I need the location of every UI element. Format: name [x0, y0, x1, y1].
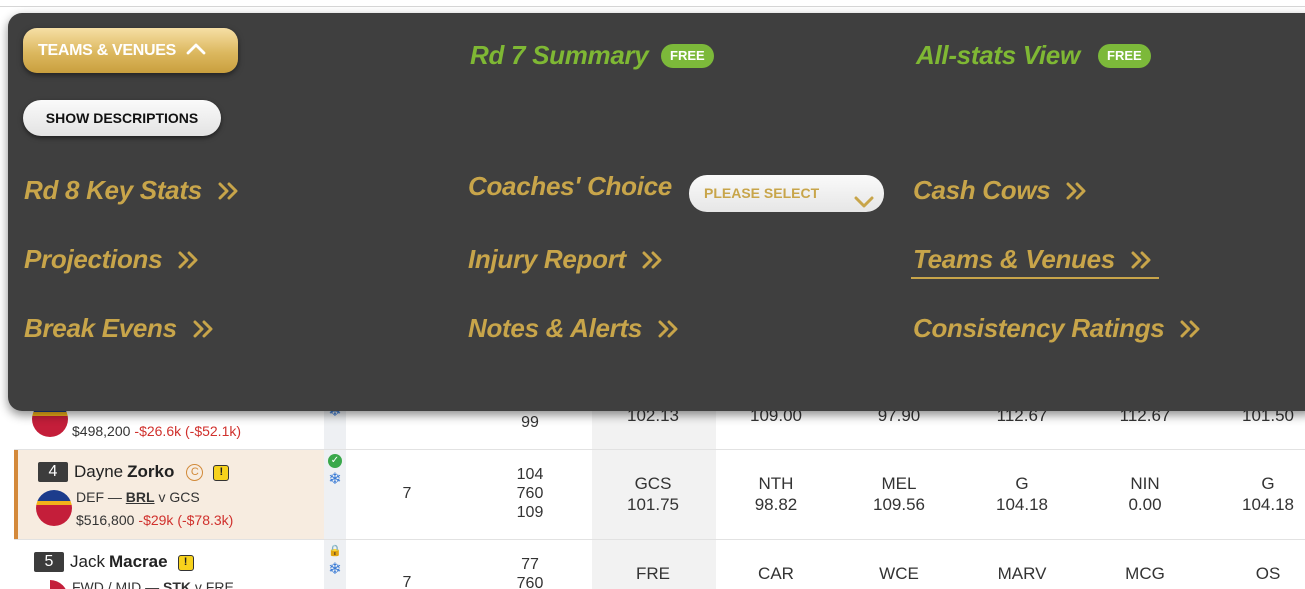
opp-team: MARV: [997, 564, 1047, 583]
stat-value: 760: [516, 575, 544, 589]
stat-stack: 104 760 109: [500, 465, 560, 522]
col-a-value: 7: [402, 485, 412, 502]
stat-value: 109: [516, 504, 544, 521]
chevron-up-icon: [186, 28, 206, 73]
check-icon: ✓: [328, 454, 342, 468]
stat-value: 760: [516, 485, 544, 502]
warning-icon[interactable]: !: [177, 555, 194, 571]
stat-value: 99: [521, 414, 539, 431]
opp-cell: GCS 101.75: [627, 474, 679, 514]
double-chevron-right-icon: [1180, 314, 1202, 345]
all-stats-view-link[interactable]: All-stats View: [916, 40, 1080, 71]
opp-cell: G 104.18: [1242, 474, 1294, 514]
price-change: -$29k (-$78.3k): [138, 512, 234, 528]
top-divider: [0, 6, 1305, 7]
stat-value: 77: [521, 556, 539, 573]
team-link[interactable]: STK: [163, 579, 191, 589]
col-a-value: 7: [402, 574, 412, 589]
double-chevron-right-icon: [1066, 176, 1088, 207]
double-chevron-right-icon: [218, 176, 240, 207]
opp-cell: MEL 109.56: [873, 474, 925, 514]
stage: $498,200 -$26.6k (-$52.1k) ❄ 99 102.13 10…: [0, 0, 1305, 589]
price: $498,200 -$26.6k (-$52.1k): [72, 423, 242, 439]
break-evens-link[interactable]: Break Evens: [24, 313, 215, 345]
player-name[interactable]: Dayne Zorko C!: [74, 462, 230, 482]
opp-cell: NTH 98.82: [754, 474, 798, 514]
price: $516,800 -$29k (-$78.3k): [76, 512, 234, 528]
injury-report-link[interactable]: Injury Report: [468, 244, 664, 276]
opp-cell: NIN 0.00: [1128, 474, 1162, 514]
price-change: -$26.6k (-$52.1k): [134, 423, 242, 439]
position-team: FWD / MID — STK v FRE: [72, 579, 234, 589]
table-row[interactable]: 4 Dayne Zorko C! DEF — BRL v GCS $516,800-…: [14, 449, 1305, 539]
opp-team: OS: [1255, 564, 1281, 583]
stat-value: 104: [516, 466, 544, 483]
stats-menu-panel: TEAMS & VENUES SHOW DESCRIPTIONS Rd 7 Su…: [8, 13, 1305, 411]
teams-venues-toggle-button[interactable]: TEAMS & VENUES: [23, 28, 238, 73]
double-chevron-right-icon: [642, 245, 664, 276]
projections-link[interactable]: Projections: [24, 244, 200, 276]
rd7-summary-link[interactable]: Rd 7 Summary: [470, 40, 649, 71]
double-chevron-right-icon: [1131, 245, 1153, 276]
free-badge: FREE: [661, 44, 714, 68]
double-chevron-right-icon: [658, 314, 680, 345]
double-chevron-right-icon: [178, 245, 200, 276]
teams-venues-link[interactable]: Teams & Venues: [911, 244, 1159, 279]
lock-icon: 🔒: [328, 545, 342, 557]
opp-team: WCE: [879, 564, 919, 583]
chevron-down-icon: [854, 186, 874, 223]
free-badge: FREE: [1098, 44, 1151, 68]
consistency-ratings-link[interactable]: Consistency Ratings: [913, 313, 1202, 345]
rank-badge: 5: [34, 552, 64, 572]
opp-cell: G 104.18: [996, 474, 1048, 514]
show-descriptions-button[interactable]: SHOW DESCRIPTIONS: [23, 100, 221, 136]
opp-team: MCG: [1125, 564, 1165, 583]
player-name[interactable]: Jack Macrae!: [70, 552, 194, 572]
snowflake-icon: ❄: [328, 471, 342, 488]
player-cell[interactable]: 4 Dayne Zorko C! DEF — BRL v GCS $516,800-…: [14, 450, 324, 539]
table-row[interactable]: 5 Jack Macrae! FWD / MID — STK v FRE 🔒 ❄ …: [14, 539, 1305, 589]
guernsey-icon: [36, 490, 72, 526]
captain-icon: C: [186, 464, 204, 481]
guernsey-icon: [32, 580, 68, 589]
double-chevron-right-icon: [193, 314, 215, 345]
position-team: DEF — BRL v GCS: [76, 489, 200, 505]
opp-team: CAR: [758, 564, 794, 583]
rank-badge: 4: [38, 462, 68, 482]
notes-alerts-link[interactable]: Notes & Alerts: [468, 313, 680, 345]
opp-team: FRE: [636, 564, 670, 583]
team-link[interactable]: BRL: [126, 489, 155, 505]
coaches-choice-label: Coaches' Choice: [468, 171, 672, 201]
stat-stack: 77 760: [500, 555, 560, 589]
warning-icon[interactable]: !: [213, 465, 230, 481]
snowflake-icon: ❄: [328, 561, 342, 578]
coaches-choice-select[interactable]: PLEASE SELECT: [689, 175, 884, 212]
player-cell[interactable]: 5 Jack Macrae! FWD / MID — STK v FRE: [14, 540, 324, 589]
rd8-key-stats-link[interactable]: Rd 8 Key Stats: [24, 175, 240, 207]
cash-cows-link[interactable]: Cash Cows: [913, 175, 1088, 207]
